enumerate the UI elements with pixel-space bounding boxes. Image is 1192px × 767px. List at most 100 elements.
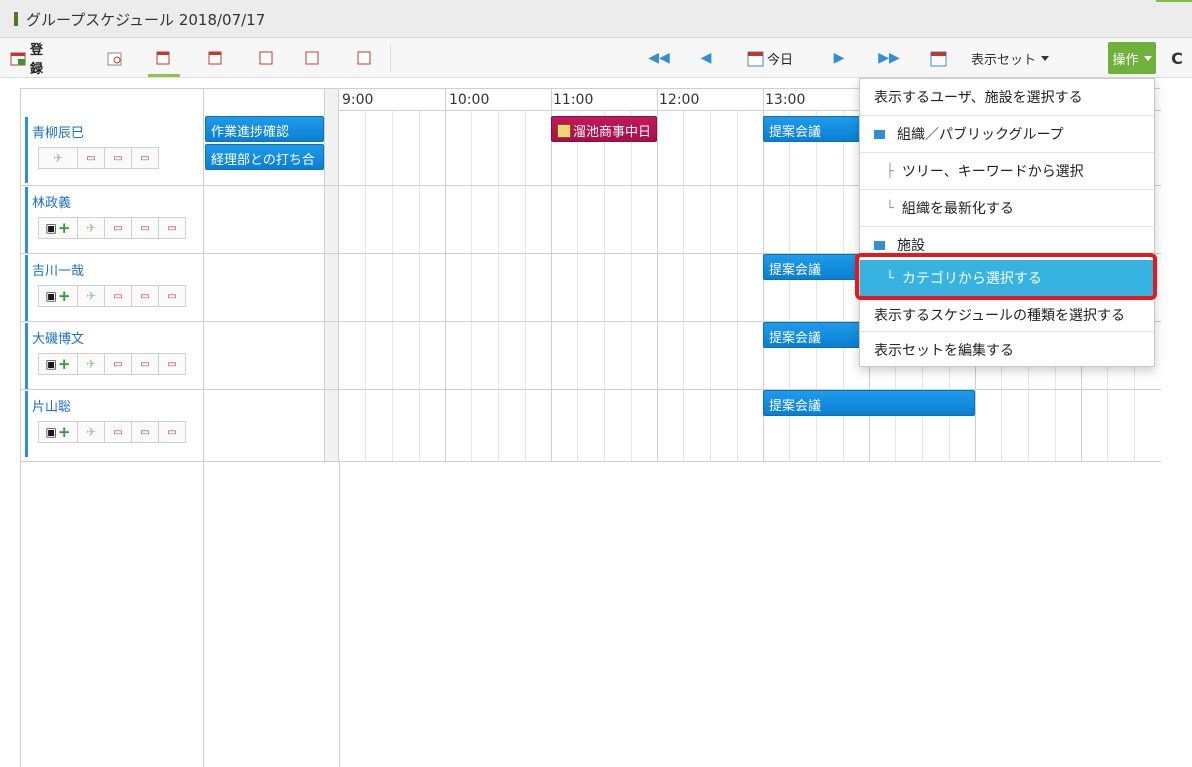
user-day-button[interactable]: ▭ bbox=[105, 353, 132, 375]
facility-icon: ▣ bbox=[45, 221, 57, 235]
send-message-button[interactable]: ✈ bbox=[78, 421, 105, 443]
calendar-group-week-icon bbox=[305, 50, 321, 66]
folder-icon bbox=[874, 129, 885, 139]
schedule-event[interactable]: 提案会議 bbox=[763, 116, 861, 142]
user-week-button[interactable]: ▭ bbox=[132, 421, 159, 443]
menu-item-facility[interactable]: 施設 bbox=[860, 227, 1154, 263]
add-facility-button[interactable]: ▣ + bbox=[38, 353, 78, 375]
plus-icon: + bbox=[57, 287, 71, 305]
user-name-link[interactable]: 青柳辰巳 bbox=[32, 122, 84, 141]
calendar-month-icon: ▭ bbox=[167, 222, 177, 234]
user-month-button[interactable]: ▭ bbox=[159, 217, 186, 239]
add-facility-button[interactable]: ▣ + bbox=[38, 421, 78, 443]
menu-item-select-users-facilities[interactable]: 表示するユーザ、施設を選択する bbox=[860, 79, 1154, 115]
tree-end-icon: └ bbox=[886, 200, 894, 216]
user-week-button[interactable]: ▭ bbox=[132, 217, 159, 239]
today-button[interactable]: 今日 bbox=[742, 38, 798, 78]
user-view-icons: ▣ + ✈ ▭ ▭ ▭ bbox=[38, 353, 186, 375]
user-week-button[interactable]: ▭ bbox=[132, 353, 159, 375]
user-row: 林政義 ▣ + ✈ ▭ ▭ ▭ bbox=[25, 187, 201, 253]
send-message-button[interactable]: ✈ bbox=[78, 217, 105, 239]
calendar-group-day-icon bbox=[259, 50, 275, 66]
calendar-week-icon: ▭ bbox=[140, 222, 150, 234]
display-set-dropdown[interactable]: 表示セット bbox=[958, 38, 1062, 78]
menu-item-org-groups[interactable]: 組織／パブリックグループ bbox=[860, 116, 1154, 152]
prev-week-button[interactable]: ◀◀ bbox=[646, 38, 672, 78]
today-label: 今日 bbox=[766, 52, 793, 68]
menu-item-label: 組織を最新化する bbox=[901, 201, 1014, 217]
paper-plane-icon: ✈ bbox=[85, 357, 97, 371]
schedule-event[interactable]: 提案会議 bbox=[763, 322, 861, 348]
user-month-button[interactable]: ▭ bbox=[159, 421, 186, 443]
calendar-week-icon: ▭ bbox=[140, 426, 150, 438]
calendar-search-icon bbox=[107, 50, 123, 66]
paper-plane-icon: ✈ bbox=[85, 289, 97, 303]
group-day-button[interactable] bbox=[252, 38, 282, 78]
user-name-link[interactable]: 片山聡 bbox=[32, 396, 71, 415]
menu-item-select-category[interactable]: └ カテゴリから選択する bbox=[860, 260, 1154, 296]
calendar-month-icon: ▭ bbox=[167, 358, 177, 370]
hour-label: 10:00 bbox=[449, 92, 490, 108]
quarter-gridline bbox=[365, 111, 366, 462]
add-facility-button[interactable]: ▣ + bbox=[38, 285, 78, 307]
paper-plane-icon: ✈ bbox=[52, 151, 64, 165]
menu-item-schedule-types[interactable]: 表示するスケジュールの種類を選択する bbox=[860, 297, 1154, 333]
user-week-button[interactable]: ▭ bbox=[105, 147, 132, 169]
user-day-button[interactable]: ▭ bbox=[105, 421, 132, 443]
calendar-month-icon bbox=[357, 50, 373, 66]
prev-day-button[interactable]: ◀ bbox=[695, 38, 717, 78]
user-day-button[interactable]: ▭ bbox=[78, 147, 105, 169]
week-view-button[interactable] bbox=[201, 38, 231, 78]
menu-item-label: カテゴリから選択する bbox=[901, 271, 1042, 287]
user-month-button[interactable]: ▭ bbox=[159, 353, 186, 375]
send-message-button[interactable]: ✈ bbox=[78, 353, 105, 375]
group-week-button[interactable] bbox=[298, 38, 328, 78]
date-picker-button[interactable] bbox=[925, 38, 951, 78]
user-row: 吉川一哉 ▣ + ✈ ▭ ▭ ▭ bbox=[25, 255, 201, 321]
next-week-button[interactable]: ▶▶ bbox=[876, 38, 902, 78]
user-name-link[interactable]: 大磯博文 bbox=[32, 328, 84, 347]
register-button[interactable]: 登録 bbox=[10, 38, 54, 78]
user-row: 大磯博文 ▣ + ✈ ▭ ▭ ▭ bbox=[25, 323, 201, 389]
send-message-button[interactable]: ✈ bbox=[78, 285, 105, 307]
user-row: 青柳辰巳 ✈ ▭ ▭ ▭ bbox=[25, 117, 201, 183]
schedule-event[interactable]: 提案会議 bbox=[763, 390, 975, 416]
menu-item-tree-keyword[interactable]: ├ ツリー、キーワードから選択 bbox=[860, 153, 1154, 189]
all-day-event[interactable]: 作業進捗確認 bbox=[205, 116, 324, 142]
hour-gridline bbox=[445, 89, 446, 462]
quarter-gridline bbox=[631, 111, 632, 462]
display-set-label: 表示セット bbox=[970, 52, 1036, 68]
user-day-button[interactable]: ▭ bbox=[105, 285, 132, 307]
facility-icon: ▣ bbox=[45, 425, 57, 439]
user-month-button[interactable]: ▭ bbox=[159, 285, 186, 307]
add-facility-button[interactable]: ▣ + bbox=[38, 217, 78, 239]
month-view-button[interactable] bbox=[350, 38, 380, 78]
menu-item-refresh-org[interactable]: └ 組織を最新化する bbox=[860, 190, 1154, 226]
user-name-link[interactable]: 林政義 bbox=[32, 192, 71, 211]
caret-down-icon bbox=[1143, 55, 1152, 61]
schedule-event[interactable]: 提案会議 bbox=[763, 254, 861, 280]
user-view-icons: ▣ + ✈ ▭ ▭ ▭ bbox=[38, 217, 186, 239]
search-calendar-button[interactable] bbox=[103, 38, 127, 78]
user-month-button[interactable]: ▭ bbox=[132, 147, 159, 169]
hour-gridline bbox=[657, 89, 658, 462]
double-left-arrow-icon: ◀◀ bbox=[648, 50, 670, 66]
left-arrow-icon: ◀ bbox=[700, 50, 712, 66]
register-label: 登録 bbox=[30, 43, 44, 77]
facility-icon: ▣ bbox=[45, 357, 57, 371]
double-right-arrow-icon: ▶▶ bbox=[878, 50, 900, 66]
send-message-button[interactable]: ✈ bbox=[38, 147, 78, 169]
user-name-link[interactable]: 吉川一哉 bbox=[32, 260, 84, 279]
day-view-button[interactable] bbox=[148, 38, 180, 78]
row-divider bbox=[21, 461, 1161, 462]
schedule-event[interactable]: 溜池商事中日 bbox=[551, 116, 657, 142]
next-day-button[interactable]: ▶ bbox=[828, 38, 850, 78]
user-day-button[interactable]: ▭ bbox=[105, 217, 132, 239]
event-label: 溜池商事中日 bbox=[573, 125, 652, 140]
user-week-button[interactable]: ▭ bbox=[132, 285, 159, 307]
menu-item-edit-display-set[interactable]: 表示セットを編集する bbox=[860, 332, 1154, 368]
calendar-month-icon: ▭ bbox=[167, 426, 177, 438]
refresh-icon[interactable]: C bbox=[1164, 38, 1190, 78]
all-day-event[interactable]: 経理部との打ち合 bbox=[205, 144, 324, 170]
operations-dropdown[interactable]: 操作 bbox=[1108, 42, 1156, 74]
